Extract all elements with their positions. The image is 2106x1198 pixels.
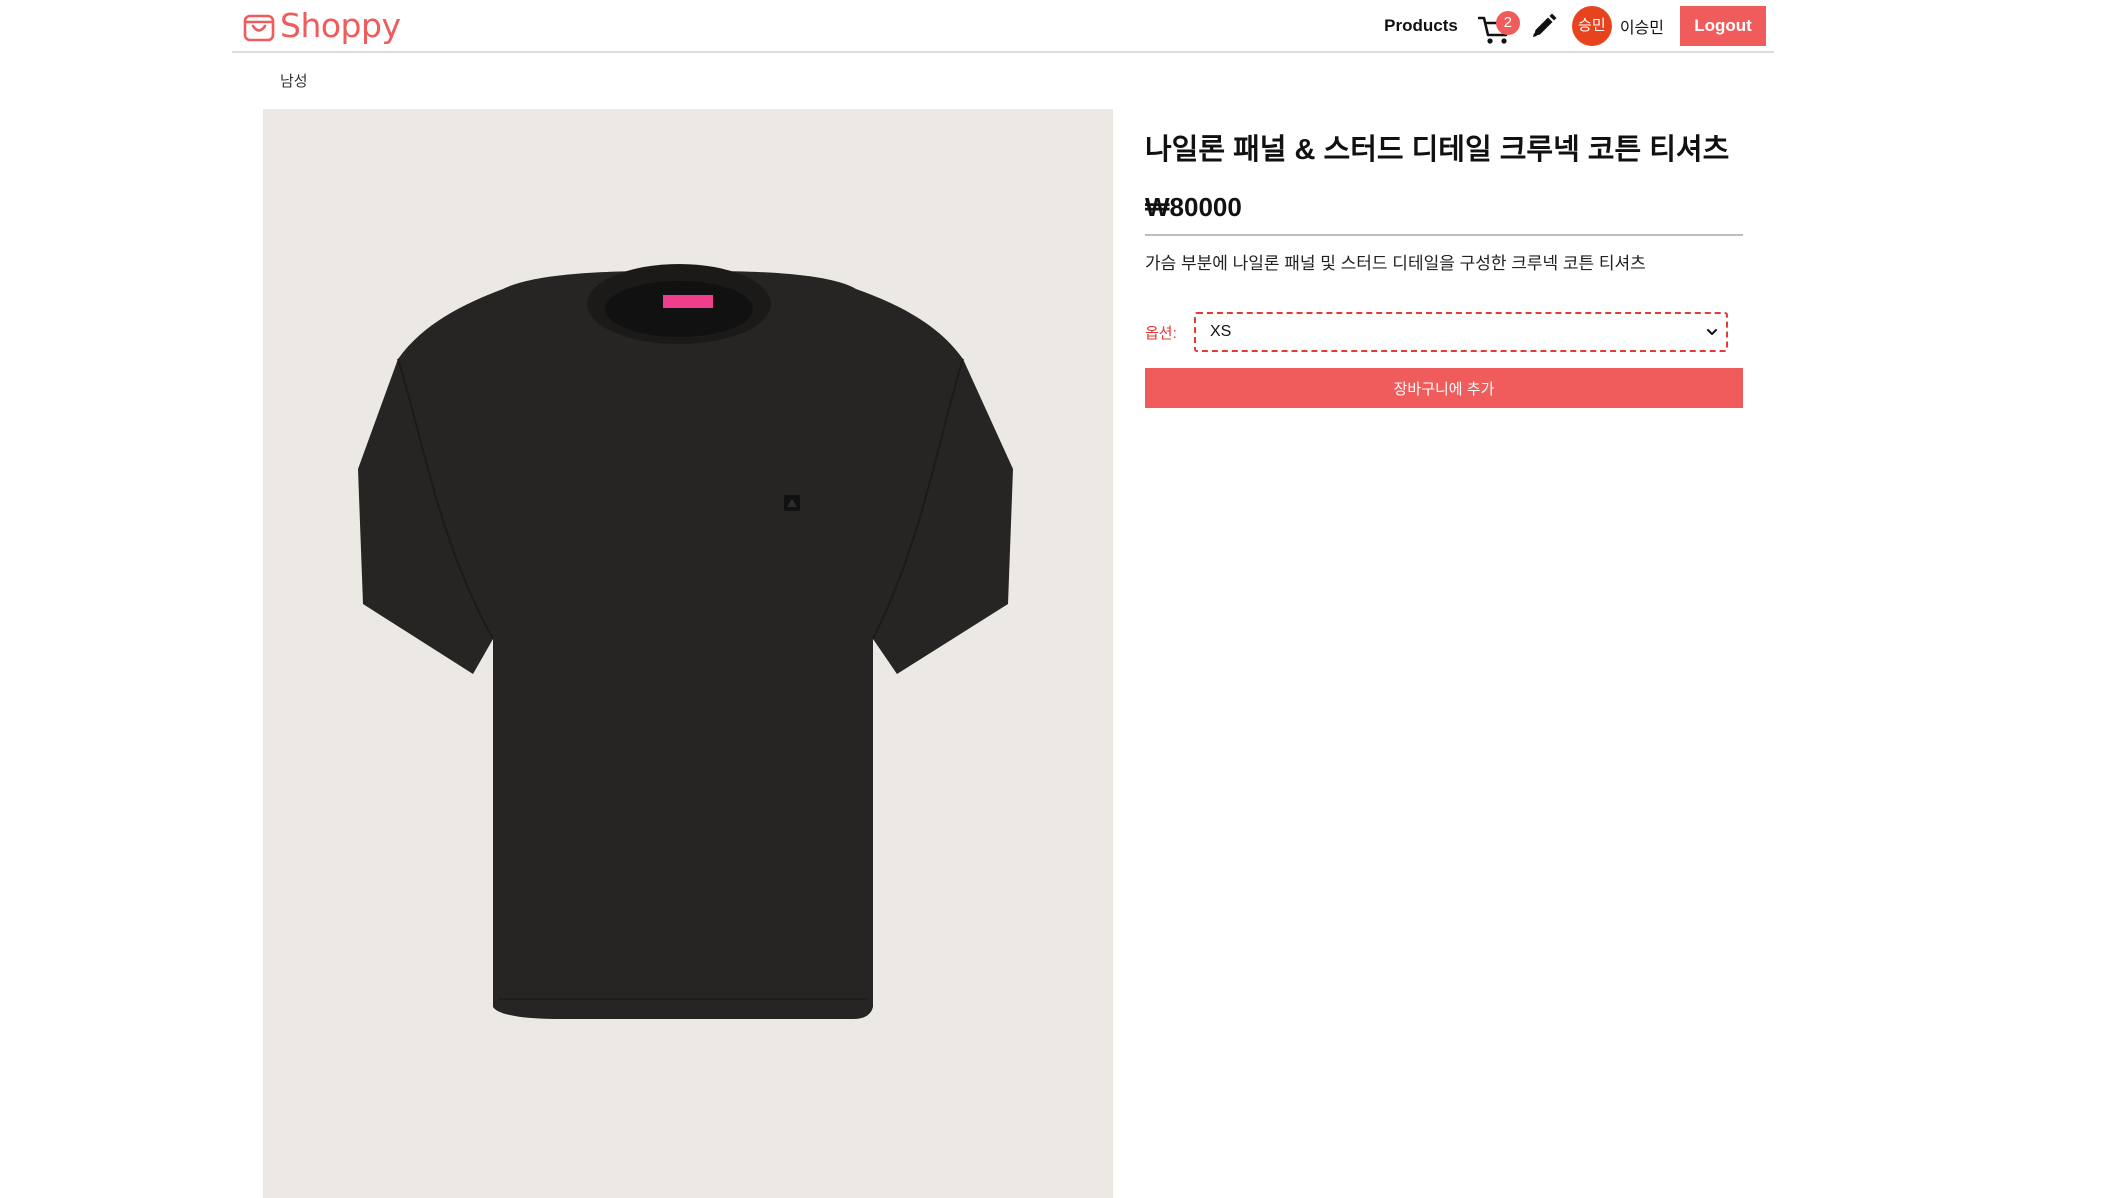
product-image bbox=[263, 109, 1113, 1198]
option-label: 옵션: bbox=[1145, 324, 1177, 342]
shopping-bag-icon bbox=[242, 9, 276, 43]
product-title: 나일론 패널 & 스터드 디테일 크루넥 코튼 티셔츠 bbox=[1145, 134, 1730, 166]
logo-link[interactable]: Shoppy bbox=[242, 6, 401, 45]
divider bbox=[1145, 234, 1743, 236]
chevron-down-icon bbox=[1707, 329, 1717, 335]
user-nav: Products 2 승민 이승민 Logout bbox=[1384, 0, 1766, 51]
cart-count-badge: 2 bbox=[1495, 10, 1520, 35]
selected-option: XS bbox=[1210, 323, 1232, 340]
tshirt-image bbox=[358, 264, 1013, 1019]
product-price: ₩80000 bbox=[1145, 192, 1242, 222]
add-to-cart-button[interactable]: 장바구니에 추가 bbox=[1145, 368, 1743, 408]
breadcrumb-category[interactable]: 남성 bbox=[280, 70, 308, 91]
username: 이승민 bbox=[1619, 19, 1664, 37]
top-navigation: Shoppy Products 2 승민 이승민 Logout bbox=[232, 0, 1774, 53]
cart-button[interactable]: 2 bbox=[1477, 9, 1520, 44]
product-description: 가슴 부분에 나일론 패널 및 스터드 디테일을 구성한 크루넥 코튼 티셔츠 bbox=[1145, 254, 1646, 273]
product-detail-page: Shoppy Products 2 승민 이승민 Logout 남성 나일론 패… bbox=[0, 0, 2106, 1198]
user-avatar[interactable]: 승민 bbox=[1571, 5, 1612, 46]
pencil-icon[interactable] bbox=[1530, 12, 1558, 40]
nav-products-link[interactable]: Products bbox=[1384, 16, 1458, 36]
product-info: 나일론 패널 & 스터드 디테일 크루넥 코튼 티셔츠 ₩80000 가슴 부분… bbox=[1145, 130, 1743, 408]
size-select[interactable]: XS bbox=[1194, 312, 1728, 352]
logo-text: Shoppy bbox=[280, 6, 401, 45]
option-row: 옵션: XS bbox=[1145, 312, 1743, 352]
logout-button[interactable]: Logout bbox=[1680, 5, 1766, 46]
